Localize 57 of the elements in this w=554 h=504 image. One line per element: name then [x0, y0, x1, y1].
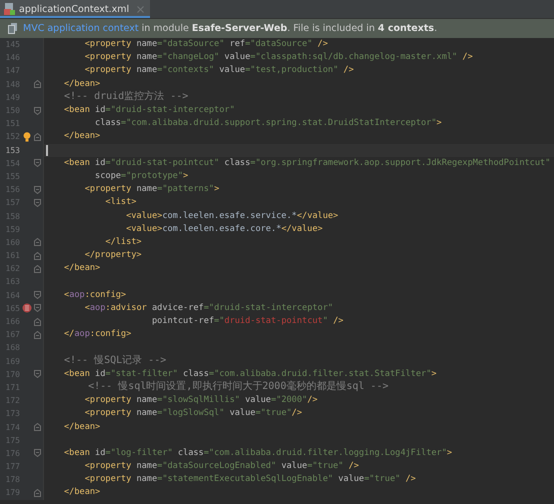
code-line: <bean id="log-filter" class="com.alibaba.druid.filter.logging.Log4jFilter"> — [64, 446, 452, 460]
lightbulb-icon[interactable] — [22, 132, 30, 142]
fold-icon[interactable] — [34, 291, 41, 300]
banner-message: MVC application context in module Esafe-Server-Web. File is included in 4 contexts. — [23, 23, 438, 34]
code-line: <property name="contexts" value="test,production" /> — [84, 64, 354, 78]
text-caret — [46, 144, 48, 156]
code-line: <property name="slowSqlMillis" value="2000"/> — [84, 394, 318, 408]
code-line: </bean> — [64, 420, 100, 434]
code-line: </bean> — [64, 130, 100, 144]
code-line: </property> — [84, 249, 142, 262]
fold-end-icon[interactable] — [34, 132, 41, 141]
fold-end-icon[interactable] — [34, 330, 41, 339]
fold-end-icon[interactable] — [34, 252, 41, 260]
code-line: </aop:config> — [64, 328, 132, 342]
fold-icon[interactable] — [34, 449, 41, 458]
code-line: <property name="patterns"> — [84, 183, 220, 196]
code-line: </list> — [104, 236, 142, 249]
code-line: <bean id="stat-filter" class="com.alibaba.druid.filter.stat.StatFilter"> — [64, 368, 437, 380]
code-line: <property name="statementExecutableSqlLogEnable" value="true" /> — [84, 473, 416, 486]
fold-end-icon[interactable] — [34, 488, 41, 497]
document-stack-icon — [8, 23, 18, 34]
file-tab[interactable]: applicationContext.xml — [0, 0, 150, 18]
code-line: class="com.alibaba.druid.support.spring.stat.DruidStatInterceptor"> — [94, 117, 442, 130]
fold-end-icon[interactable] — [34, 238, 41, 246]
code-line: <property name="logSlowSql" value="true"/> — [84, 407, 302, 420]
code-line: <list> — [104, 196, 136, 210]
code-line: <!-- 慢SQL记录 --> — [64, 354, 166, 368]
close-icon[interactable] — [137, 6, 144, 12]
code-line: <property name="dataSource" ref="dataSource" /> — [84, 38, 328, 52]
code-line: <property name="changeLog" value="classpath:sql/db.changelog-master.xml" /> — [84, 51, 473, 64]
fold-icon[interactable] — [34, 304, 41, 312]
fold-icon[interactable] — [34, 370, 41, 378]
code-line: <aop:config> — [64, 288, 126, 302]
fold-end-icon[interactable] — [34, 318, 41, 326]
code-line: pointcut-ref="druid-stat-pointcut" /> — [150, 315, 344, 328]
code-line: <!-- druid监控方法 --> — [64, 90, 188, 104]
code-line: </bean> — [64, 78, 100, 91]
code-line: <!-- 慢sql时间设置,即执行时间大于2000毫秒的都是慢sql --> — [87, 380, 388, 394]
code-line: </bean> — [64, 262, 100, 276]
code-line: <value>com.leelen.esafe.service.*</value> — [125, 210, 338, 223]
fold-icon[interactable] — [34, 106, 41, 115]
code-line: <value>com.leelen.esafe.core.*</value> — [125, 222, 323, 236]
bean-icon[interactable] — [22, 303, 32, 314]
code-line: scope="prototype"> — [94, 170, 188, 183]
fold-end-icon[interactable] — [34, 264, 41, 273]
fold-icon[interactable] — [34, 186, 41, 194]
line-number: 153 — [4, 146, 20, 155]
code-line: <aop:advisor advice-ref="druid-stat-interceptor" — [84, 302, 334, 315]
code-line: <bean id="druid-stat-pointcut" class="org.springframework.aop.support.JdkRegexpMethodPointcut" — [64, 156, 550, 170]
xml-file-icon — [4, 3, 15, 15]
fold-end-icon[interactable] — [34, 80, 41, 88]
code-line: <bean id="druid-stat-interceptor" — [64, 104, 235, 118]
fold-icon[interactable] — [34, 198, 41, 207]
fold-end-icon[interactable] — [34, 423, 41, 432]
code-line: </bean> — [64, 486, 100, 500]
fold-icon[interactable] — [34, 159, 41, 168]
code-line: <property name="dataSourceLogEnabled" value="true" /> — [84, 460, 359, 474]
